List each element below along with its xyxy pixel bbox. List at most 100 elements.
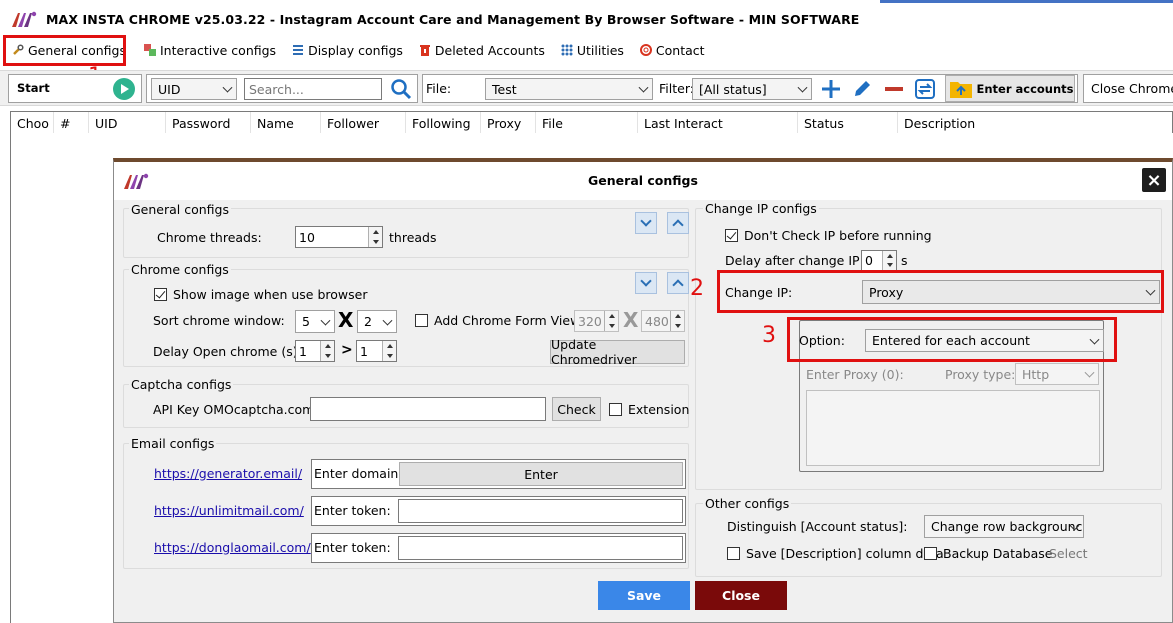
captcha-api-key-label: API Key OMOcaptcha.com: [153, 402, 319, 417]
save-button[interactable]: Save [598, 581, 690, 610]
col-uid[interactable]: UID [89, 112, 166, 135]
email-configs-group-label: Email configs [129, 436, 217, 451]
trash-icon [419, 45, 430, 56]
enter-accounts-button[interactable]: Enter accounts [945, 75, 1075, 102]
general-configs-group-label: General configs [129, 202, 231, 217]
unlimitmail-token-label: Enter token: [314, 503, 391, 518]
menu-bar: General configs Interactive configs Disp… [0, 36, 1173, 64]
dont-check-ip-checkbox[interactable] [725, 229, 738, 242]
highlight-change-ip [717, 270, 1164, 313]
close-chrome-button[interactable]: Close Chrome [1083, 74, 1173, 103]
sort-rows-select[interactable]: 2 [357, 310, 397, 333]
form-height-input[interactable]: 480 [641, 310, 685, 332]
backup-database-checkbox[interactable] [924, 547, 937, 560]
captcha-configs-group-label: Captcha configs [129, 377, 234, 392]
add-form-view-checkbox[interactable] [415, 314, 428, 327]
refresh-icon [915, 79, 935, 99]
dialog-title-bar: General configs × [114, 162, 1172, 200]
delay-to-input[interactable]: 1 [356, 340, 397, 362]
col-proxy[interactable]: Proxy [481, 112, 536, 135]
extension-checkbox[interactable] [609, 403, 622, 416]
distinguish-status-select[interactable]: Change row backgrounc [924, 515, 1084, 538]
menu-utilities[interactable]: Utilities [553, 36, 632, 64]
filter-select[interactable]: [All status] [692, 78, 812, 100]
close-button[interactable]: Close [695, 581, 787, 610]
general-configs-dialog: General configs × General configs Chrome… [113, 158, 1173, 623]
chrome-threads-input[interactable]: 10 [295, 226, 383, 248]
extension-label: Extension [628, 402, 690, 417]
col-following[interactable]: Following [406, 112, 481, 135]
accounts-grid-header: Choo # UID Password Name Follower Follow… [10, 111, 1173, 135]
delay-from-input[interactable]: 1 [295, 340, 335, 362]
col-file[interactable]: File [536, 112, 638, 135]
collapse-general-button[interactable] [635, 212, 657, 234]
add-form-view-label: Add Chrome Form View [434, 313, 581, 328]
captcha-check-button[interactable]: Check [552, 397, 601, 421]
donglaomail-link[interactable]: https://donglaomail.com/ [154, 540, 311, 555]
search-input[interactable]: Search... [244, 78, 382, 100]
proxy-type-select[interactable]: Http [1015, 363, 1099, 385]
chrome-configs-group-label: Chrome configs [129, 262, 231, 277]
col-password[interactable]: Password [166, 112, 251, 135]
form-width-input[interactable]: 320 [574, 310, 619, 332]
grid-icon [561, 44, 573, 56]
distinguish-status-label: Distinguish [Account status]: [727, 519, 908, 534]
chevron-down-icon [640, 275, 652, 287]
menu-display-configs[interactable]: Display configs [284, 36, 411, 64]
other-configs-group-label: Other configs [703, 496, 792, 511]
delay-after-change-ip-input[interactable]: 0 [861, 250, 897, 271]
backup-select-link[interactable]: Select [1049, 546, 1088, 561]
menu-deleted-accounts[interactable]: Deleted Accounts [411, 36, 553, 64]
form-size-x-label: X [623, 308, 639, 332]
proxy-list-textarea[interactable] [806, 390, 1100, 466]
dialog-close-x-button[interactable]: × [1142, 168, 1166, 192]
file-select[interactable]: Test [485, 78, 653, 100]
save-description-checkbox[interactable] [727, 547, 740, 560]
window-title: MAX INSTA CHROME v25.03.22 - Instagram A… [46, 11, 860, 27]
toolbar: Start UID Search... File: Test Filter: [… [0, 70, 1173, 106]
col-status[interactable]: Status [798, 112, 898, 135]
collapse-chrome-button[interactable] [635, 272, 657, 294]
col-description[interactable]: Description [898, 112, 1173, 135]
plus-icon [822, 80, 840, 98]
change-ip-group-label: Change IP configs [703, 201, 819, 216]
threads-unit-label: threads [389, 230, 437, 245]
search-field-select[interactable]: UID [151, 78, 237, 100]
expand-general-button[interactable] [667, 212, 689, 234]
captcha-api-key-input[interactable] [310, 397, 546, 421]
delay-open-label: Delay Open chrome (s): [153, 344, 302, 359]
search-button[interactable] [388, 76, 414, 102]
annotation-2: 2 [690, 276, 704, 301]
expand-chrome-button[interactable] [667, 272, 689, 294]
menu-contact[interactable]: Contact [632, 36, 713, 64]
search-icon [391, 79, 412, 100]
donglaomail-token-input[interactable] [398, 536, 683, 560]
play-button[interactable] [111, 76, 137, 102]
unlimitmail-token-input[interactable] [398, 499, 683, 523]
col-index[interactable]: # [54, 112, 89, 135]
add-button[interactable] [818, 76, 844, 102]
highlight-option [787, 317, 1117, 362]
col-choose[interactable]: Choo [11, 112, 54, 135]
sort-cols-select[interactable]: 5 [295, 310, 335, 333]
title-bar: MAX INSTA CHROME v25.03.22 - Instagram A… [0, 3, 1173, 35]
col-last-interact[interactable]: Last Interact [638, 112, 798, 135]
generator-email-link[interactable]: https://generator.email/ [154, 466, 302, 481]
filter-label: Filter: [659, 81, 694, 96]
enter-domain-button[interactable]: Enter [399, 462, 683, 486]
sort-x-label: X [338, 308, 354, 332]
edit-button[interactable] [849, 76, 875, 102]
save-description-label: Save [Description] column data [746, 546, 944, 561]
remove-button[interactable] [881, 76, 907, 102]
unlimitmail-link[interactable]: https://unlimitmail.com/ [154, 503, 304, 518]
show-image-checkbox[interactable] [154, 288, 167, 301]
proxy-type-label: Proxy type: [945, 367, 1016, 382]
menu-interactive-configs[interactable]: Interactive configs [136, 36, 284, 64]
col-name[interactable]: Name [251, 112, 321, 135]
play-icon [113, 78, 135, 100]
col-follower[interactable]: Follower [321, 112, 406, 135]
enter-domain-label: Enter domain: [314, 466, 403, 481]
update-chromedriver-button[interactable]: Update Chromedriver [550, 337, 685, 367]
refresh-button[interactable] [912, 76, 938, 102]
delay-after-change-ip-label: Delay after change IP: [725, 253, 864, 268]
